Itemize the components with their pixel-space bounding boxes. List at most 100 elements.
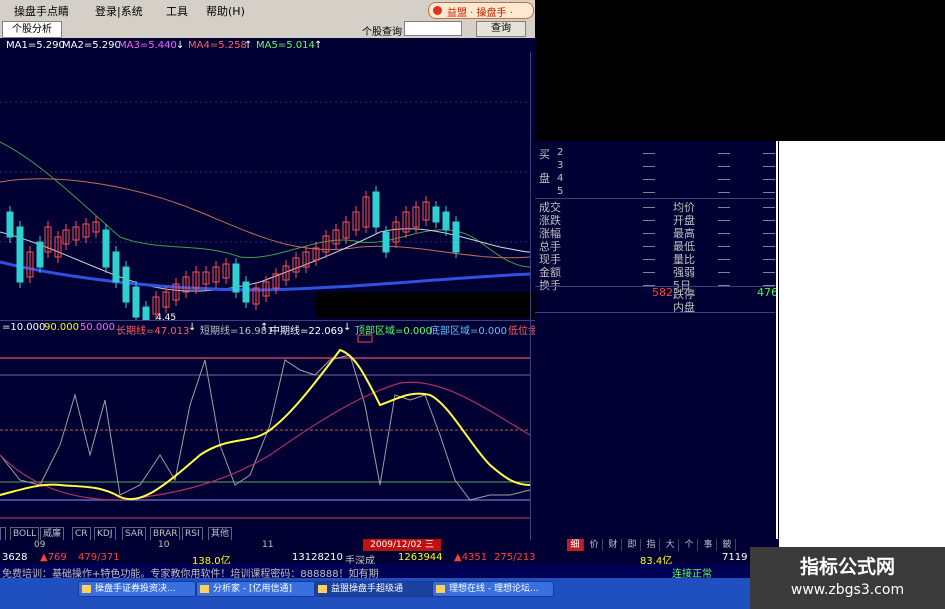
indicator-tab-other[interactable]: 其他 — [208, 527, 233, 541]
taskbar-item-active[interactable]: 益盟操盘手超级通 — [314, 581, 438, 597]
status-extra: 7119 — [722, 552, 748, 563]
empty-value-dash — [718, 259, 730, 260]
right-tab-more[interactable]: 鈹 — [719, 539, 736, 551]
taskbar-item[interactable]: 分析家 - [亿用信通] — [196, 581, 320, 597]
watermark-url: www.zbgs3.com — [790, 582, 905, 598]
chart-right-divider — [530, 52, 531, 552]
app-icon — [200, 585, 209, 593]
candle-body — [372, 191, 380, 228]
empty-value-dash — [763, 220, 775, 221]
status-change: ▲769 — [40, 552, 67, 563]
empty-value-dash — [763, 259, 775, 260]
quote-panel-border — [776, 141, 778, 552]
indicator-tab-sar[interactable]: SAR — [122, 527, 147, 541]
empty-value-dash — [763, 179, 775, 180]
right-tab-price[interactable]: 价 — [586, 539, 603, 551]
status-volume: 13128210 — [292, 552, 343, 563]
short-term-line — [0, 354, 531, 501]
menu-item-tools[interactable]: 工具 — [166, 3, 188, 19]
empty-value-dash — [763, 153, 775, 154]
indicator-tabs: BOLL 威廉 CR KDJ SAR BRAR RSI 其他 — [0, 526, 270, 541]
ma4-value: MA4=5.258 — [188, 40, 247, 51]
right-tab-index[interactable]: 指 — [643, 539, 660, 551]
indicator-tab-boll[interactable]: BOLL — [10, 527, 40, 541]
candle-body — [16, 226, 24, 283]
empty-value-dash — [643, 233, 655, 234]
taskbar-item[interactable]: 操盘手证券投资决... — [78, 581, 196, 597]
x-axis: 09 10 11 — [0, 540, 535, 552]
empty-value-dash — [763, 207, 775, 208]
candle-body — [132, 286, 140, 318]
empty-value-dash — [763, 166, 775, 167]
empty-value-dash — [718, 246, 730, 247]
taskbar-item-label: 分析家 - [亿用信通] — [213, 584, 292, 594]
brand-text: 益盟 · 操盘手 · — [447, 8, 513, 19]
empty-value-dash — [643, 166, 655, 167]
empty-value-dash — [763, 192, 775, 193]
ma2-value: MA2=5.290 — [62, 40, 121, 51]
x-tick: 09 — [34, 540, 46, 550]
candle-body — [102, 229, 110, 268]
ind-val-1: =10.000 — [2, 322, 46, 333]
mid-term-arrow: ↓ — [343, 322, 352, 333]
price-grid — [0, 101, 530, 243]
ind-val-2: 90.000 — [44, 322, 79, 333]
limit-up-value: 582 — [652, 286, 673, 299]
empty-value-dash — [643, 192, 655, 193]
watermark-banner: 指标公式网 www.zbgs3.com — [750, 547, 945, 609]
chart-area[interactable]: MA1=5.290 MA2=5.290 MA3=5.440 ↓ MA4=5.25… — [0, 38, 626, 552]
menu-item-app[interactable]: 操盘手点睛 — [14, 3, 69, 19]
status-updown: 479/371 — [78, 552, 120, 563]
cursor-date: 2009/12/02 三 — [363, 539, 441, 551]
indicator-tab-brar[interactable]: BRAR — [150, 527, 181, 541]
ind-val-3: 50.000 — [80, 322, 115, 333]
indicator-tab-wr[interactable]: 威廉 — [40, 527, 65, 541]
empty-value-dash — [643, 179, 655, 180]
taskbar-item-label: 操盘手证券投资决... — [95, 584, 176, 594]
indicator-tab-cr[interactable]: CR — [72, 527, 91, 541]
empty-value-dash — [718, 233, 730, 234]
taskbar-item[interactable]: 理想在线 - 理想论坛... — [432, 581, 554, 597]
query-button[interactable]: 查询 — [476, 21, 526, 37]
empty-value-dash — [763, 233, 775, 234]
ma-line-green — [0, 141, 531, 268]
empty-value-dash — [643, 220, 655, 221]
quote-divider — [535, 312, 775, 313]
stock-query-input[interactable] — [404, 21, 462, 36]
stock-query-label: 个股查询 — [362, 27, 402, 38]
right-tab-finance[interactable]: 财 — [605, 539, 622, 551]
news-ticker: 免费培训：基础操作+特色功能。专家教你用软件！培训课程密码：888888！如有期… — [0, 564, 750, 580]
order-level: 5 — [557, 186, 564, 197]
empty-value-dash — [718, 272, 730, 273]
ma4-arrow: ↑ — [244, 40, 253, 51]
quote-divider — [535, 198, 775, 199]
right-tab-market[interactable]: 大 — [662, 539, 679, 551]
empty-value-dash — [718, 207, 730, 208]
ma-line-blue — [0, 260, 531, 292]
right-tab-instant[interactable]: 即 — [624, 539, 641, 551]
ma5-arrow: ↑ — [314, 40, 323, 51]
indicator-tab-kdj[interactable]: KDJ — [94, 527, 116, 541]
empty-value-dash — [718, 166, 730, 167]
indicator-tab[interactable] — [0, 527, 6, 541]
candle-body — [382, 231, 390, 253]
candle-body — [242, 281, 250, 303]
indicator-legend: =10.000 90.000 50.000 长期线=47.013 ↓ 短期线=1… — [0, 320, 565, 337]
right-tab-stock[interactable]: 个 — [681, 539, 698, 551]
indicator-tab-rsi[interactable]: RSI — [182, 527, 203, 541]
taskbar-item-label: 益盟操盘手超级通 — [331, 584, 404, 594]
long-term-arrow: ↓ — [188, 322, 197, 333]
candle-body — [122, 266, 130, 303]
candle-body — [232, 263, 240, 293]
right-tab-event[interactable]: 事 — [700, 539, 717, 551]
order-level: 4 — [557, 173, 564, 184]
empty-value-dash — [718, 153, 730, 154]
menu-item-login[interactable]: 登录|系统 — [95, 3, 143, 19]
app-icon — [82, 585, 91, 593]
menu-item-help[interactable]: 帮助(H) — [206, 3, 245, 19]
taskbar-item-label: 理想在线 - 理想论坛... — [449, 584, 539, 594]
status-sz-updown: 275/213 — [494, 552, 536, 563]
tab-stock-analysis[interactable]: 个股分析 — [2, 21, 62, 38]
ma-line-orange — [0, 178, 531, 259]
right-tab-detail[interactable]: 细 — [567, 539, 584, 551]
